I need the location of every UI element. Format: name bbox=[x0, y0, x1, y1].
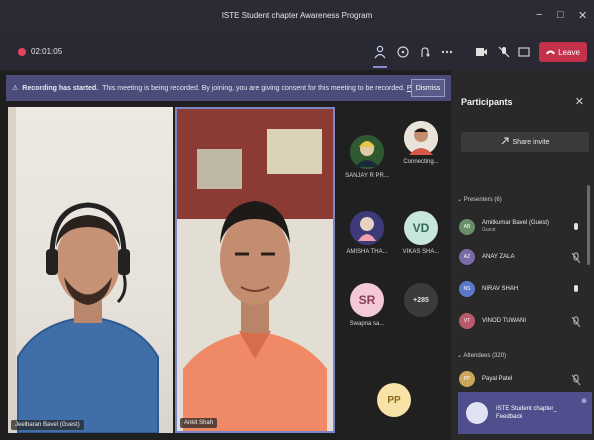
notification-toast[interactable]: ISTE Student chapter_ Feedback ⊗ bbox=[458, 392, 592, 434]
phone-icon bbox=[546, 48, 556, 57]
avatar bbox=[404, 121, 438, 155]
microphone-muted-icon bbox=[571, 373, 581, 386]
video-tile-2[interactable]: Ankit Shah bbox=[175, 107, 335, 433]
maximize-button[interactable]: □ bbox=[557, 9, 564, 21]
gallery-participant[interactable]: AMISHA THA... bbox=[339, 211, 395, 255]
toast-avatar bbox=[466, 402, 488, 424]
participant-avatar: NS bbox=[459, 281, 475, 297]
microphone-icon bbox=[571, 221, 581, 233]
participant-name-2: Ankit Shah bbox=[180, 418, 218, 428]
meeting-toolbar: 02:01:05 Leave bbox=[0, 34, 594, 70]
participant-row[interactable]: NS NIRAV SHAH bbox=[459, 278, 587, 300]
participant-row[interactable]: VT VINOD TUWANI bbox=[459, 310, 587, 332]
leave-button[interactable]: Leave bbox=[539, 42, 587, 62]
panel-close-button[interactable]: ✕ bbox=[575, 95, 584, 108]
share-icon bbox=[501, 137, 509, 147]
reactions-icon[interactable] bbox=[418, 45, 432, 59]
chevron-down-icon: ⌄ bbox=[457, 197, 464, 203]
participant-name: NIRAV SHAH bbox=[482, 285, 519, 292]
video-tile-1[interactable]: Jeelbaran Bavel (Guest) bbox=[8, 107, 173, 433]
chat-icon[interactable] bbox=[396, 45, 410, 59]
more-options-icon[interactable] bbox=[440, 45, 454, 59]
gallery-participant[interactable]: Connecting... bbox=[393, 121, 449, 165]
toast-title: ISTE Student chapter_ bbox=[496, 406, 557, 412]
window-title: ISTE Student chapter Awareness Program bbox=[221, 11, 373, 20]
participant-name: VINOD TUWANI bbox=[482, 317, 527, 324]
microphone-muted-icon bbox=[571, 251, 581, 264]
gallery-name: SANJAY R PR... bbox=[345, 173, 389, 179]
timer-text: 02:01:05 bbox=[31, 47, 63, 56]
participant-name: Amitkumar Bavel (Guest) bbox=[482, 220, 550, 226]
participant-row[interactable]: AB Amitkumar Bavel (Guest) Guest bbox=[459, 216, 587, 238]
banner-text: This meeting is being recorded. By joini… bbox=[102, 84, 405, 92]
recording-banner: ⚠ Recording has started. This meeting is… bbox=[6, 75, 451, 101]
warning-icon: ⚠ bbox=[12, 85, 19, 92]
participants-panel: Participants ✕ Share invite ⌄ Presenters… bbox=[451, 70, 594, 440]
share-screen-icon[interactable] bbox=[517, 45, 531, 59]
participant-avatar: VT bbox=[459, 313, 475, 329]
section-label: Presenters (6) bbox=[463, 197, 502, 203]
panel-scrollbar[interactable] bbox=[587, 185, 590, 265]
participant-name-1: Jeelbaran Bavel (Guest) bbox=[11, 420, 84, 430]
title-bar: ISTE Student chapter Awareness Program −… bbox=[0, 0, 594, 34]
avatar: VD bbox=[404, 211, 438, 245]
avatar: PP bbox=[377, 383, 411, 417]
banner-title: Recording has started. bbox=[22, 84, 99, 92]
microphone-icon bbox=[571, 283, 581, 295]
participant-role: Guest bbox=[482, 227, 496, 233]
section-label: Attendees (320) bbox=[463, 353, 507, 359]
microphone-muted-icon[interactable] bbox=[497, 45, 511, 59]
attendees-section-header[interactable]: ⌄ Attendees (320) bbox=[457, 352, 506, 359]
gallery-participant[interactable]: SANJAY R PR... bbox=[339, 135, 395, 179]
participant-video-2 bbox=[177, 109, 333, 431]
gallery-participant[interactable]: PP bbox=[366, 383, 422, 417]
leave-label: Leave bbox=[558, 47, 580, 57]
close-button[interactable]: ✕ bbox=[578, 9, 587, 22]
gallery-name: Connecting... bbox=[403, 159, 439, 165]
participant-avatar: AZ bbox=[459, 249, 475, 265]
overflow-count: +285 bbox=[404, 283, 438, 317]
gallery-name: VIKAS SHA... bbox=[402, 249, 440, 255]
gallery-name: AMISHA THA... bbox=[346, 249, 388, 255]
avatar bbox=[350, 135, 384, 169]
avatar bbox=[350, 211, 384, 245]
recording-icon bbox=[18, 47, 26, 56]
minimize-button[interactable]: − bbox=[536, 9, 542, 21]
dismiss-button[interactable]: Dismiss bbox=[411, 79, 445, 97]
participant-video-1 bbox=[8, 107, 159, 433]
share-invite-label: Share invite bbox=[512, 138, 550, 146]
participant-row[interactable]: AZ ANAY ZALA bbox=[459, 246, 587, 268]
participant-avatar: AB bbox=[459, 219, 475, 235]
participants-icon[interactable] bbox=[373, 45, 387, 59]
presenters-section-header[interactable]: ⌄ Presenters (6) bbox=[457, 196, 502, 203]
gallery-name: Swapna sa... bbox=[349, 321, 385, 327]
toast-close-icon[interactable]: ⊗ bbox=[581, 397, 587, 405]
camera-icon[interactable] bbox=[474, 45, 488, 59]
active-tab-indicator bbox=[373, 66, 387, 68]
participant-name: Payal Patel bbox=[482, 375, 513, 382]
gallery-participant[interactable]: SR Swapna sa... bbox=[339, 283, 395, 327]
participant-name: ANAY ZALA bbox=[482, 253, 515, 260]
panel-title: Participants bbox=[461, 97, 513, 107]
avatar: SR bbox=[350, 283, 384, 317]
toast-subtitle: Feedback bbox=[496, 414, 523, 420]
meeting-timer: 02:01:05 bbox=[18, 47, 62, 56]
more-participants[interactable]: +285 bbox=[393, 283, 449, 317]
participant-avatar: PP bbox=[459, 371, 475, 387]
participant-row[interactable]: PP Payal Patel bbox=[459, 368, 587, 390]
gallery-participant[interactable]: VD VIKAS SHA... bbox=[393, 211, 449, 255]
microphone-muted-icon bbox=[571, 315, 581, 328]
participant-gallery: SANJAY R PR... Connecting... AMISHA THA.… bbox=[337, 107, 451, 433]
share-invite-button[interactable]: Share invite bbox=[461, 132, 589, 152]
